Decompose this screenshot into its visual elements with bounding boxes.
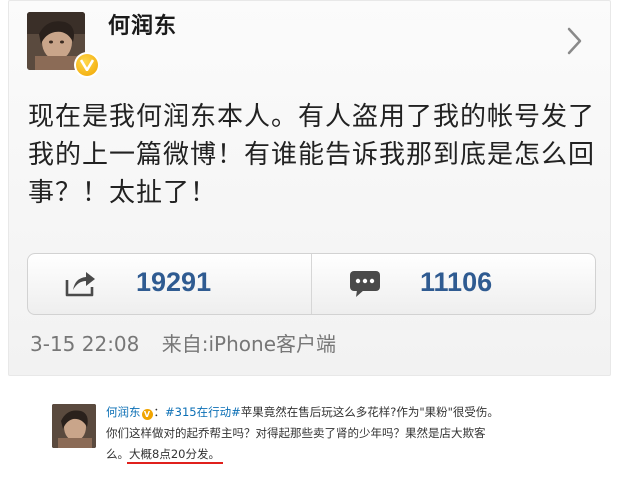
embedded-verified-icon: V: [141, 409, 153, 420]
chevron-right-icon[interactable]: [565, 26, 585, 56]
embedded-line-2: 你们这样做对的起乔帮主吗？对得起那些卖了肾的少年吗？果然是店大欺客: [106, 426, 486, 440]
embedded-separator: ：: [153, 405, 166, 419]
embedded-username[interactable]: 何润东: [106, 405, 141, 419]
verified-v-badge-icon: [74, 52, 100, 78]
weibo-post-card: 何润东 现在是我何润东本人。有人盗用了我的帐号发了我的上一篇微博！有谁能告诉我那…: [8, 0, 611, 376]
comment-bubble-icon: [348, 268, 382, 302]
comment-button[interactable]: 11106: [311, 254, 595, 314]
post-body-text: 现在是我何润东本人。有人盗用了我的帐号发了我的上一篇微博！有谁能告诉我那到底是怎…: [28, 102, 596, 208]
post-username[interactable]: 何润东: [108, 8, 177, 40]
embedded-line-1-text: 苹果竟然在售后玩这么多花样?作为"果粉"很受伤。: [240, 405, 499, 419]
embedded-post-text: 何润东 V ：#315在行动#苹果竟然在售后玩这么多花样?作为"果粉"很受伤。 你们…: [106, 402, 536, 465]
embedded-line-3-prefix: 么。: [106, 447, 129, 461]
repost-share-icon: [64, 268, 98, 302]
post-timestamp: 3-15 22:08: [30, 332, 140, 356]
repost-button[interactable]: 19291: [28, 254, 311, 314]
comment-count: 11106: [420, 267, 493, 297]
embedded-avatar[interactable]: [52, 404, 96, 448]
embedded-hashtag[interactable]: #315在行动#: [165, 405, 241, 419]
embedded-line-1: 何润东 V ：#315在行动#苹果竟然在售后玩这么多花样?作为"果粉"很受伤。: [106, 402, 536, 423]
post-stats-bar: 19291 11106: [27, 253, 596, 315]
embedded-highlighted-time: 大概8点20分发。: [127, 444, 223, 465]
embedded-line-3: 么。大概8点20分发。: [106, 444, 536, 465]
post-meta: 3-15 22:08 来自:iPhone客户端: [30, 328, 336, 357]
embedded-previous-post: 何润东 V ：#315在行动#苹果竟然在售后玩这么多花样?作为"果粉"很受伤。 你们…: [46, 396, 546, 474]
repost-count: 19291: [136, 267, 212, 297]
post-source: 来自:iPhone客户端: [161, 332, 336, 356]
